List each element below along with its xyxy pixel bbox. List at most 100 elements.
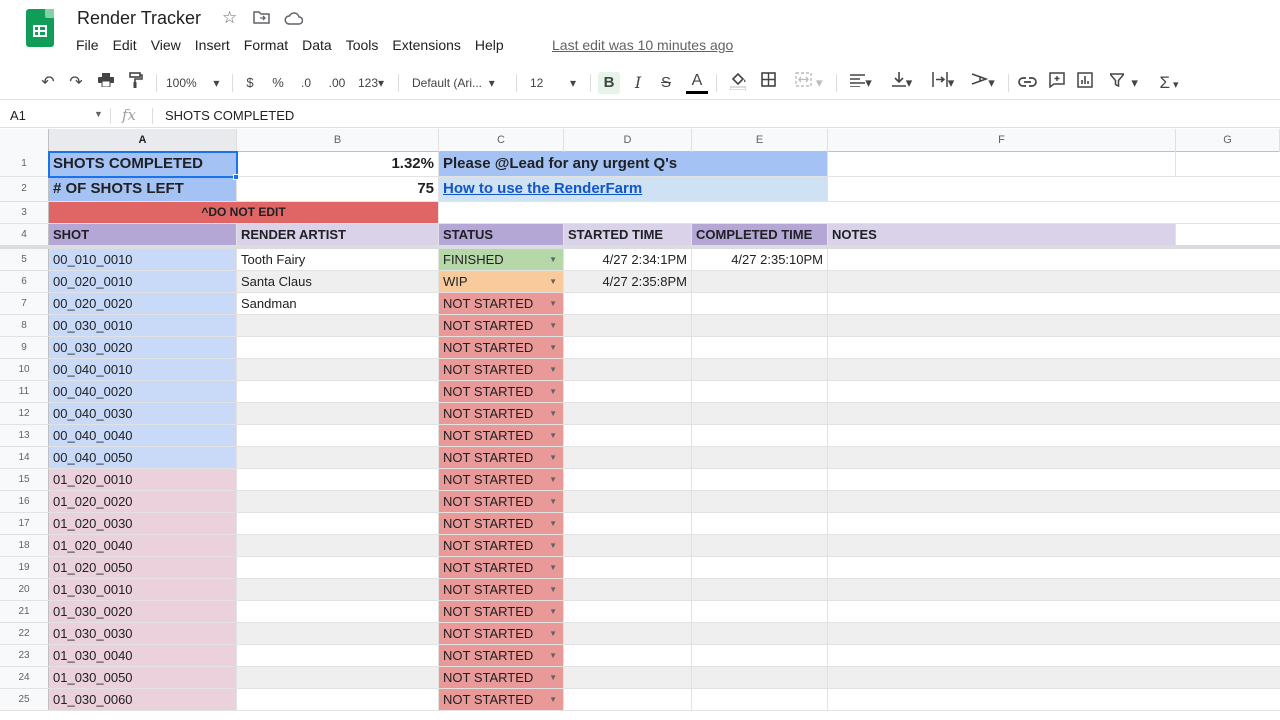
started-time-cell[interactable] bbox=[564, 645, 692, 666]
artist-cell[interactable] bbox=[237, 645, 439, 666]
select-all-corner[interactable] bbox=[0, 129, 49, 152]
shot-cell[interactable]: 00_040_0030 bbox=[49, 403, 237, 424]
column-header-b[interactable]: B bbox=[237, 129, 439, 152]
font-size-select[interactable]: 12 ▾ bbox=[530, 72, 584, 94]
started-time-cell[interactable] bbox=[564, 381, 692, 402]
cell-a2[interactable]: # OF SHOTS LEFT bbox=[49, 177, 237, 201]
status-dropdown[interactable]: NOT STARTED ▼ bbox=[439, 579, 564, 600]
shot-cell[interactable]: 01_030_0010 bbox=[49, 579, 237, 600]
chevron-down-icon[interactable]: ▼ bbox=[549, 403, 557, 424]
cloud-status-icon[interactable] bbox=[284, 10, 304, 30]
artist-cell[interactable] bbox=[237, 447, 439, 468]
shot-cell[interactable]: 00_030_0010 bbox=[49, 315, 237, 336]
artist-cell[interactable] bbox=[237, 403, 439, 424]
artist-cell[interactable] bbox=[237, 601, 439, 622]
started-time-cell[interactable] bbox=[564, 359, 692, 380]
artist-cell[interactable] bbox=[237, 381, 439, 402]
star-icon[interactable]: ☆ bbox=[222, 8, 237, 28]
chevron-down-icon[interactable]: ▼ bbox=[549, 513, 557, 534]
shot-cell[interactable]: 01_020_0040 bbox=[49, 535, 237, 556]
print-icon[interactable] bbox=[96, 72, 116, 94]
vertical-align-icon[interactable]: ▾ bbox=[886, 72, 918, 94]
chevron-down-icon[interactable]: ▼ bbox=[549, 557, 557, 578]
completed-time-cell[interactable] bbox=[692, 469, 828, 490]
status-dropdown[interactable]: NOT STARTED ▼ bbox=[439, 535, 564, 556]
started-time-cell[interactable] bbox=[564, 403, 692, 424]
chevron-down-icon[interactable]: ▼ bbox=[94, 109, 103, 119]
filter-icon[interactable]: ▾ bbox=[1104, 72, 1144, 94]
undo-icon[interactable]: ↶ bbox=[38, 72, 58, 94]
status-dropdown[interactable]: NOT STARTED ▼ bbox=[439, 513, 564, 534]
artist-cell[interactable] bbox=[237, 425, 439, 446]
sheets-logo-icon[interactable] bbox=[26, 9, 54, 47]
artist-cell[interactable] bbox=[237, 337, 439, 358]
shot-cell[interactable]: 01_030_0050 bbox=[49, 667, 237, 688]
header-shot[interactable]: SHOT bbox=[49, 224, 237, 245]
menu-data[interactable]: Data bbox=[302, 37, 332, 53]
shot-cell[interactable]: 01_030_0040 bbox=[49, 645, 237, 666]
column-header-e[interactable]: E bbox=[692, 129, 828, 152]
fill-color-icon[interactable] bbox=[728, 72, 748, 94]
chevron-down-icon[interactable]: ▼ bbox=[549, 601, 557, 622]
artist-cell[interactable] bbox=[237, 557, 439, 578]
shot-cell[interactable]: 00_020_0010 bbox=[49, 271, 237, 292]
column-header-f[interactable]: F bbox=[828, 129, 1176, 152]
cell-f1[interactable] bbox=[828, 152, 1176, 176]
cell-c1[interactable]: Please @Lead for any urgent Q's bbox=[439, 152, 828, 176]
started-time-cell[interactable] bbox=[564, 579, 692, 600]
move-folder-icon[interactable] bbox=[253, 9, 270, 29]
started-time-cell[interactable]: 4/27 2:35:8PM bbox=[564, 271, 692, 292]
artist-cell[interactable] bbox=[237, 579, 439, 600]
status-dropdown[interactable]: NOT STARTED ▼ bbox=[439, 315, 564, 336]
cell-b2[interactable]: 75 bbox=[237, 177, 439, 201]
started-time-cell[interactable] bbox=[564, 689, 692, 710]
cell-c2[interactable]: How to use the RenderFarm bbox=[439, 177, 828, 201]
shot-cell[interactable]: 00_040_0020 bbox=[49, 381, 237, 402]
menu-help[interactable]: Help bbox=[475, 37, 504, 53]
insert-comment-icon[interactable] bbox=[1046, 72, 1068, 94]
document-title[interactable]: Render Tracker bbox=[77, 8, 201, 29]
text-color-button[interactable]: A bbox=[686, 72, 708, 94]
chevron-down-icon[interactable]: ▼ bbox=[549, 491, 557, 512]
status-dropdown[interactable]: NOT STARTED ▼ bbox=[439, 293, 564, 314]
completed-time-cell[interactable] bbox=[692, 645, 828, 666]
chevron-down-icon[interactable]: ▼ bbox=[549, 359, 557, 380]
chevron-down-icon[interactable]: ▼ bbox=[549, 381, 557, 402]
completed-time-cell[interactable] bbox=[692, 337, 828, 358]
completed-time-cell[interactable] bbox=[692, 601, 828, 622]
status-dropdown[interactable]: FINISHED ▼ bbox=[439, 249, 564, 270]
shot-cell[interactable]: 00_040_0040 bbox=[49, 425, 237, 446]
chevron-down-icon[interactable]: ▼ bbox=[549, 623, 557, 644]
shot-cell[interactable]: 01_020_0030 bbox=[49, 513, 237, 534]
chevron-down-icon[interactable]: ▼ bbox=[549, 447, 557, 468]
redo-icon[interactable]: ↷ bbox=[66, 72, 86, 94]
chevron-down-icon[interactable]: ▼ bbox=[549, 645, 557, 666]
completed-time-cell[interactable] bbox=[692, 447, 828, 468]
completed-time-cell[interactable] bbox=[692, 579, 828, 600]
chevron-down-icon[interactable]: ▼ bbox=[549, 689, 557, 710]
horizontal-align-icon[interactable]: ▾ bbox=[846, 72, 876, 94]
menu-format[interactable]: Format bbox=[244, 37, 288, 53]
percent-format-button[interactable]: % bbox=[270, 72, 286, 94]
status-dropdown[interactable]: NOT STARTED ▼ bbox=[439, 601, 564, 622]
completed-time-cell[interactable] bbox=[692, 689, 828, 710]
artist-cell[interactable]: Sandman bbox=[237, 293, 439, 314]
menu-extensions[interactable]: Extensions bbox=[392, 37, 460, 53]
completed-time-cell[interactable] bbox=[692, 381, 828, 402]
artist-cell[interactable] bbox=[237, 535, 439, 556]
started-time-cell[interactable] bbox=[564, 557, 692, 578]
chevron-down-icon[interactable]: ▼ bbox=[549, 271, 557, 292]
zoom-select[interactable]: 100% ▾ bbox=[166, 72, 226, 94]
chevron-down-icon[interactable]: ▼ bbox=[549, 469, 557, 490]
started-time-cell[interactable] bbox=[564, 513, 692, 534]
cell-a3-warning[interactable]: ^DO NOT EDIT bbox=[49, 202, 439, 223]
cell-b1[interactable]: 1.32% bbox=[237, 152, 439, 176]
chevron-down-icon[interactable]: ▼ bbox=[549, 579, 557, 600]
menu-view[interactable]: View bbox=[151, 37, 181, 53]
shot-cell[interactable]: 01_030_0030 bbox=[49, 623, 237, 644]
shot-cell[interactable]: 00_030_0020 bbox=[49, 337, 237, 358]
started-time-cell[interactable] bbox=[564, 447, 692, 468]
header-started-time[interactable]: STARTED TIME bbox=[564, 224, 692, 245]
shot-cell[interactable]: 01_020_0050 bbox=[49, 557, 237, 578]
insert-link-icon[interactable] bbox=[1016, 72, 1038, 94]
